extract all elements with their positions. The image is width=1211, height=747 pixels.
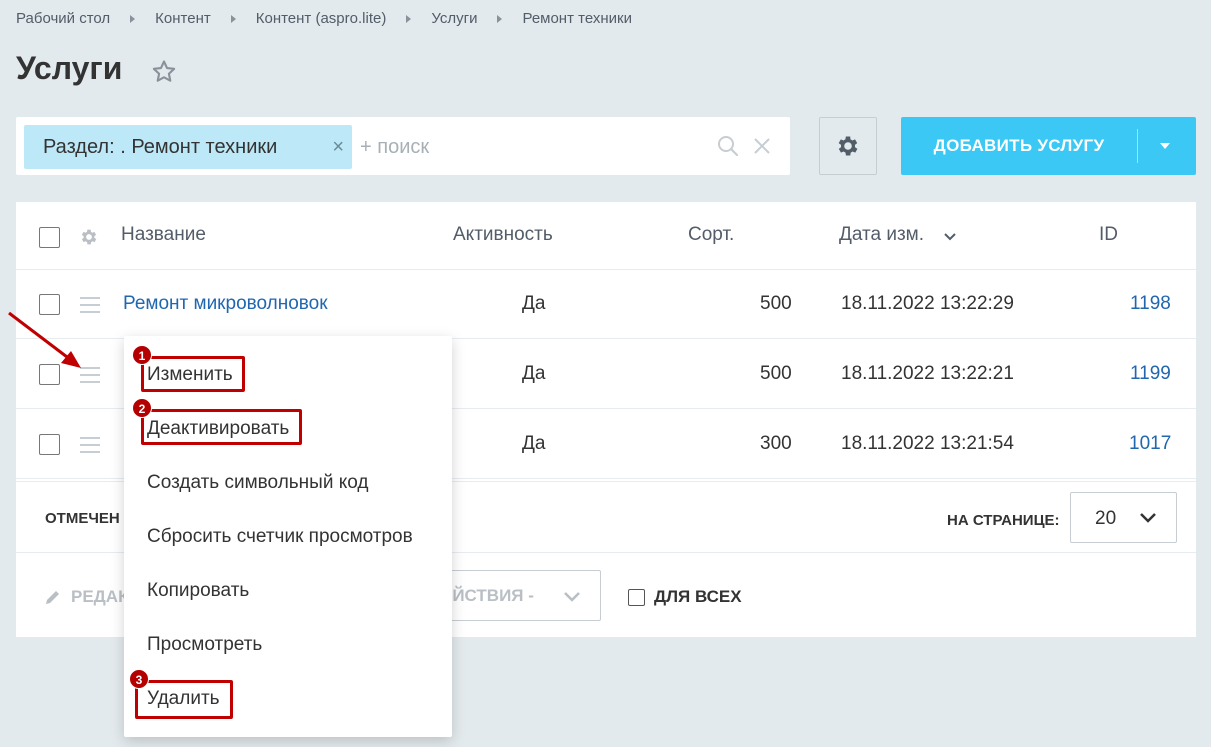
- column-header-name[interactable]: Название: [121, 224, 206, 246]
- select-all-checkbox[interactable]: [39, 227, 60, 248]
- row-active: Да: [522, 293, 546, 314]
- row-date: 18.11.2022 13:22:21: [841, 363, 1014, 384]
- filter-remove-icon[interactable]: ×: [332, 125, 344, 169]
- edit-action-button[interactable]: РЕДАК: [43, 587, 128, 607]
- highlight-box-deactivate: [141, 409, 302, 445]
- breadcrumb-item-services[interactable]: Услуги: [431, 10, 477, 27]
- row-sort: 500: [760, 293, 792, 314]
- search-input[interactable]: [360, 125, 700, 169]
- filter-tag-label: Раздел: . Ремонт техники: [43, 136, 278, 158]
- column-header-id[interactable]: ID: [1099, 224, 1118, 246]
- table-row[interactable]: Ремонт микроволновок Да 500 18.11.2022 1…: [16, 270, 1196, 339]
- row-date: 18.11.2022 13:22:29: [841, 293, 1014, 314]
- row-name-link[interactable]: Ремонт микроволновок: [123, 293, 328, 315]
- step-badge-3: 3: [129, 669, 149, 689]
- row-id-link[interactable]: 1199: [1130, 363, 1171, 385]
- row-id-link[interactable]: 1198: [1130, 293, 1171, 315]
- breadcrumb-item-content-aspro[interactable]: Контент (aspro.lite): [256, 10, 387, 27]
- per-page-value: 20: [1095, 508, 1117, 529]
- actions-select-value: ЕЙСТВИЯ -: [441, 586, 534, 605]
- highlight-box-delete: [135, 680, 233, 719]
- annotation-arrow-icon: [8, 311, 81, 368]
- for-all-checkbox[interactable]: ДЛЯ ВСЕХ: [628, 587, 742, 607]
- row-sort: 300: [760, 433, 792, 454]
- breadcrumb-item-desktop[interactable]: Рабочий стол: [16, 10, 110, 27]
- selected-count-label: ОТМЕЧЕН: [45, 510, 120, 527]
- search-bar: Раздел: . Ремонт техники ×: [16, 117, 790, 175]
- filter-tag[interactable]: Раздел: . Ремонт техники ×: [24, 125, 352, 169]
- breadcrumb-separator-icon: [130, 14, 136, 23]
- add-service-button[interactable]: ДОБАВИТЬ УСЛУГУ: [901, 117, 1196, 175]
- breadcrumb-separator-icon: [230, 14, 236, 23]
- row-date: 18.11.2022 13:21:54: [841, 433, 1014, 454]
- breadcrumb-separator-icon: [497, 14, 503, 23]
- column-header-sort[interactable]: Сорт.: [688, 224, 734, 246]
- row-sort: 500: [760, 363, 792, 384]
- page-title: Услуги: [16, 50, 123, 86]
- menu-item-create-code[interactable]: Создать символьный код: [147, 472, 368, 494]
- pencil-icon: [46, 591, 59, 604]
- add-button-divider: [1137, 129, 1138, 163]
- column-header-active[interactable]: Активность: [453, 224, 553, 246]
- clear-search-icon[interactable]: [752, 136, 772, 156]
- edit-action-label: РЕДАК: [71, 587, 129, 606]
- context-menu-pointer: [112, 364, 124, 388]
- row-id-link[interactable]: 1017: [1129, 433, 1171, 455]
- gear-icon: [838, 136, 858, 156]
- star-icon[interactable]: [150, 58, 178, 86]
- settings-button[interactable]: [819, 117, 877, 175]
- row-active: Да: [522, 433, 546, 454]
- menu-item-reset-views[interactable]: Сбросить счетчик просмотров: [147, 526, 413, 548]
- row-active: Да: [522, 363, 546, 384]
- sort-desc-chevron-icon: [944, 233, 956, 241]
- chevron-down-icon: [564, 592, 580, 602]
- breadcrumb-separator-icon: [406, 14, 412, 23]
- search-icon[interactable]: [716, 134, 740, 158]
- table-header: Название Активность Сорт. Дата изм. ID: [16, 202, 1196, 270]
- step-badge-2: 2: [132, 398, 152, 418]
- menu-item-copy[interactable]: Копировать: [147, 580, 249, 602]
- menu-item-view[interactable]: Просмотреть: [147, 634, 262, 656]
- breadcrumb-item-repair[interactable]: Ремонт техники: [522, 10, 631, 27]
- highlight-box-edit: [141, 356, 245, 392]
- add-button-dropdown-icon[interactable]: [1160, 143, 1170, 149]
- row-checkbox[interactable]: [39, 434, 60, 455]
- row-menu-icon[interactable]: [80, 437, 100, 453]
- breadcrumb-item-content[interactable]: Контент: [155, 10, 211, 27]
- for-all-label: ДЛЯ ВСЕХ: [654, 587, 742, 606]
- context-menu: Изменить Деактивировать Создать символьн…: [124, 336, 452, 737]
- per-page-select[interactable]: 20: [1070, 492, 1177, 543]
- per-page-label: НА СТРАНИЦЕ:: [947, 512, 1060, 529]
- chevron-down-icon: [1140, 513, 1156, 523]
- step-badge-1: 1: [132, 345, 152, 365]
- column-header-date[interactable]: Дата изм.: [839, 224, 924, 246]
- for-all-checkbox-box[interactable]: [628, 588, 645, 606]
- breadcrumb: Рабочий стол Контент Контент (aspro.lite…: [16, 10, 632, 27]
- add-service-label: ДОБАВИТЬ УСЛУГУ: [933, 136, 1105, 155]
- column-settings-gear-icon[interactable]: [79, 227, 99, 247]
